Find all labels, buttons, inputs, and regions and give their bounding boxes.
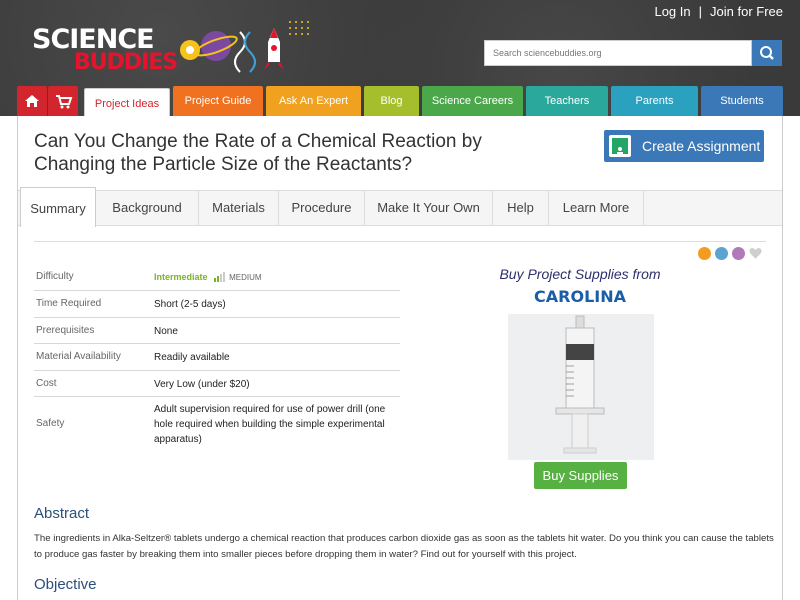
- nav-parents[interactable]: Parents: [611, 86, 698, 116]
- info-value: Short (2-5 days): [154, 299, 226, 310]
- info-label: Difficulty: [36, 271, 74, 282]
- project-info-table: Difficulty Intermediate MEDIUM Time Requ…: [34, 264, 400, 449]
- info-row-material-availability: Material Availability Readily available: [34, 344, 400, 371]
- search-icon: [760, 46, 774, 60]
- info-row-difficulty: Difficulty Intermediate MEDIUM: [34, 264, 400, 291]
- cart-icon: [56, 95, 73, 109]
- page-title-line-1: Can You Change the Rate of a Chemical Re…: [34, 131, 482, 152]
- tab-background[interactable]: Background: [96, 191, 199, 226]
- divider: [34, 241, 766, 242]
- search-button[interactable]: [752, 40, 782, 66]
- nav-students[interactable]: Students: [701, 86, 783, 116]
- tab-help[interactable]: Help: [493, 191, 549, 226]
- login-link[interactable]: Log In: [654, 4, 690, 19]
- objective-heading: Objective: [34, 576, 97, 593]
- nav-teachers[interactable]: Teachers: [526, 86, 608, 116]
- abstract-heading: Abstract: [34, 505, 90, 522]
- nav-science-careers[interactable]: Science Careers: [422, 86, 523, 116]
- info-value: Very Low (under $20): [154, 379, 250, 390]
- difficulty-bars-icon: [214, 272, 226, 283]
- difficulty-extra: MEDIUM: [229, 273, 262, 282]
- info-label: Prerequisites: [36, 325, 95, 336]
- syringe-product-image[interactable]: [508, 314, 654, 460]
- page-title-line-2: Changing the Particle Size of the Reacta…: [34, 154, 413, 175]
- logo-science-icons: [180, 21, 309, 73]
- difficulty-level: Intermediate: [154, 272, 208, 282]
- page-title: Can You Change the Rate of a Chemical Re…: [34, 130, 554, 176]
- abstract-text: The ingredients in Alka-Seltzer® tablets…: [34, 533, 774, 560]
- science-buddies-logo[interactable]: SCIENCE BUDDIES: [32, 21, 309, 82]
- main-content: Can You Change the Rate of a Chemical Re…: [17, 116, 783, 600]
- google-classroom-share-icon[interactable]: [698, 247, 711, 260]
- info-value: None: [154, 326, 178, 337]
- nav-project-ideas[interactable]: Project Ideas: [84, 88, 170, 118]
- tab-learn-more[interactable]: Learn More: [549, 191, 644, 226]
- info-label: Material Availability: [36, 351, 121, 362]
- carolina-logo[interactable]: CAROLINA: [490, 287, 670, 306]
- project-tabs: Summary Background Materials Procedure M…: [18, 187, 782, 227]
- join-link[interactable]: Join for Free: [710, 4, 783, 19]
- supplies-box: Buy Project Supplies from CAROLINA Buy S…: [490, 266, 670, 496]
- email-icon[interactable]: [732, 247, 745, 260]
- info-label: Safety: [36, 418, 65, 429]
- buy-supplies-button[interactable]: Buy Supplies: [534, 462, 627, 489]
- link-separator: |: [698, 4, 703, 19]
- nav-project-guide[interactable]: Project Guide: [173, 86, 263, 116]
- logo-text-buddies: BUDDIES: [74, 50, 178, 75]
- print-icon[interactable]: [715, 247, 728, 260]
- create-assignment-label: Create Assignment: [642, 138, 761, 154]
- google-classroom-icon: [609, 135, 631, 157]
- search-input[interactable]: Search sciencebuddies.org: [484, 40, 752, 66]
- info-value: Adult supervision required for use of po…: [154, 404, 386, 445]
- info-row-prerequisites: Prerequisites None: [34, 318, 400, 344]
- nav-home[interactable]: [17, 86, 47, 116]
- info-label: Cost: [36, 378, 57, 389]
- create-assignment-button[interactable]: Create Assignment: [604, 130, 764, 162]
- tab-make-it-your-own[interactable]: Make It Your Own: [365, 191, 493, 226]
- tab-summary[interactable]: Summary: [20, 187, 96, 227]
- tab-materials[interactable]: Materials: [199, 191, 279, 226]
- supplies-title: Buy Project Supplies from: [499, 266, 661, 282]
- favorite-heart-icon[interactable]: [749, 247, 762, 260]
- nav-cart[interactable]: [48, 86, 78, 116]
- info-row-time-required: Time Required Short (2-5 days): [34, 291, 400, 318]
- account-links: Log In | Join for Free: [654, 4, 783, 19]
- info-row-cost: Cost Very Low (under $20): [34, 371, 400, 397]
- main-nav: Project Ideas Project Guide Ask An Exper…: [17, 86, 783, 118]
- nav-ask-an-expert[interactable]: Ask An Expert: [266, 86, 361, 116]
- difficulty-value: Intermediate MEDIUM: [154, 270, 398, 285]
- info-row-safety: Safety Adult supervision required for us…: [34, 397, 400, 449]
- info-label: Time Required: [36, 298, 102, 309]
- info-value: Readily available: [154, 352, 230, 363]
- nav-blog[interactable]: Blog: [364, 86, 419, 116]
- share-icons: [698, 247, 768, 261]
- search-bar: Search sciencebuddies.org: [484, 40, 782, 66]
- home-icon: [25, 95, 39, 107]
- tab-procedure[interactable]: Procedure: [279, 191, 365, 226]
